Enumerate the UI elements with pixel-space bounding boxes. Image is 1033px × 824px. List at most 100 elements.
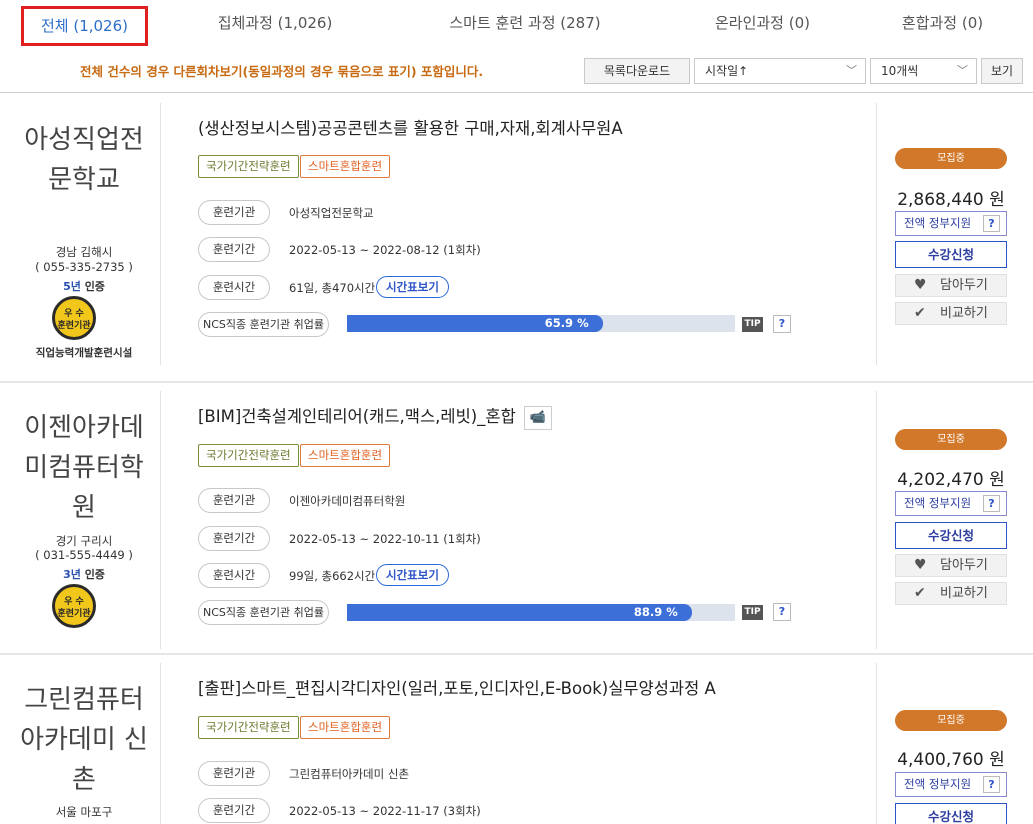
tab-smart-training[interactable]: 스마트 훈련 과정 (287) <box>430 6 620 46</box>
hours-value: 99일, 총662시간 <box>289 569 376 583</box>
period-value: 2022-05-13 ~ 2022-08-12 (1회차) <box>289 243 481 257</box>
compare-button[interactable]: ✔ 비교하기 <box>895 582 1007 605</box>
institution-label: 훈련기관 <box>198 488 270 513</box>
period-label: 훈련기간 <box>198 237 270 262</box>
institution-value: 그린컴퓨터아카데미 신촌 <box>289 767 410 781</box>
save-button[interactable]: ♥ 담아두기 <box>895 554 1007 577</box>
period-value: 2022-05-13 ~ 2022-10-11 (1회차) <box>289 532 481 546</box>
certification-years: 3년 인증 <box>63 568 105 581</box>
course-price: 4,400,760 원 <box>897 750 1005 770</box>
institution-phone: ( 031-555-4449 ) <box>35 548 133 562</box>
employment-rate-text: 88.9 % <box>633 605 678 619</box>
institution-region: 경기 구리시 <box>55 534 113 548</box>
video-camera-icon[interactable]: 📹 <box>523 405 552 430</box>
tag-national-strategy: 국가기간전략훈련 <box>198 444 299 467</box>
chevron-down-icon: ﹀ <box>846 64 857 77</box>
help-icon[interactable]: ? <box>773 603 791 621</box>
divider <box>160 663 161 824</box>
sort-select[interactable]: 시작일↑ ﹀ <box>694 58 866 84</box>
course-title[interactable]: [BIM]건축설계인테리어(캐드,맥스,레빗)_혼합 📹 <box>198 403 552 430</box>
tag-smart-blended: 스마트혼합훈련 <box>300 444 391 467</box>
gov-support-badge: 전액 정부지원? <box>895 772 1007 797</box>
institution-name-line: 이젠아카데 <box>24 413 144 443</box>
certification-years: 5년 인증 <box>63 280 105 293</box>
institution-value: 아성직업전문학교 <box>289 206 374 220</box>
facility-label: 직업능력개발훈련시설 <box>35 347 133 359</box>
divider <box>160 103 161 365</box>
excellent-institution-badge-icon: 우 수 훈련기관 <box>52 584 96 628</box>
employment-label: NCS직종 훈련기관 취업률 <box>198 600 329 625</box>
course-type-tabs: 전체 (1,026) 집체과정 (1,026) 스마트 훈련 과정 (287) … <box>0 0 1033 48</box>
institution-phone: ( 055-335-2735 ) <box>35 260 133 274</box>
employment-rate-bar: 88.9 % <box>347 604 735 621</box>
apply-button[interactable]: 수강신청 <box>895 241 1007 268</box>
check-icon: ✔ <box>914 305 926 321</box>
heart-icon: ♥ <box>914 277 927 293</box>
tab-blended-course[interactable]: 혼합과정 (0) <box>880 6 1005 46</box>
divider <box>160 391 161 649</box>
view-button[interactable]: 보기 <box>981 58 1023 84</box>
course-title[interactable]: [출판]스마트_편집시각디자인(일러,포토,인디자인,E-Book)실무양성과정… <box>198 675 716 699</box>
institution-value: 이젠아카데미컴퓨터학원 <box>289 494 406 508</box>
tag-national-strategy: 국가기간전략훈련 <box>198 155 299 178</box>
institution-name-line: 미컴퓨터학 <box>24 453 144 483</box>
course-card: 아성직업전 문학교 경남 김해시 ( 055-335-2735 ) 5년 인증 … <box>0 93 1033 383</box>
count-notice: 전체 건수의 경우 다른회차보기(동일과정의 경우 묶음으로 표기) 포함입니다… <box>80 64 484 79</box>
institution-name-line: 아성직업전 <box>24 125 144 155</box>
tab-all[interactable]: 전체 (1,026) <box>21 6 148 46</box>
employment-label: NCS직종 훈련기관 취업률 <box>198 312 329 337</box>
per-page-select[interactable]: 10개씩 ﹀ <box>870 58 977 84</box>
course-price: 2,868,440 원 <box>897 190 1005 210</box>
institution-label: 훈련기관 <box>198 761 270 786</box>
apply-button[interactable]: 수강신청 <box>895 522 1007 549</box>
help-icon[interactable]: ? <box>773 315 791 333</box>
status-badge: 모집중 <box>895 429 1007 450</box>
help-icon[interactable]: ? <box>983 215 1000 232</box>
timetable-button[interactable]: 시간표보기 <box>376 564 449 586</box>
per-page-select-value: 10개씩 <box>881 64 919 78</box>
status-badge: 모집중 <box>895 148 1007 169</box>
apply-button[interactable]: 수강신청 <box>895 803 1007 824</box>
institution-region: 서울 마포구 <box>55 805 113 819</box>
institution-name-line: 그린컴퓨터 <box>24 685 144 715</box>
divider <box>876 663 877 824</box>
course-title[interactable]: (생산정보시스템)공공콘텐츠를 활용한 구매,자재,회계사무원A <box>198 115 623 139</box>
institution-region: 경남 김해시 <box>55 245 113 259</box>
compare-button[interactable]: ✔ 비교하기 <box>895 302 1007 325</box>
chevron-down-icon: ﹀ <box>957 64 968 77</box>
gov-support-badge: 전액 정부지원? <box>895 491 1007 516</box>
help-icon[interactable]: ? <box>983 495 1000 512</box>
period-label: 훈련기간 <box>198 798 270 823</box>
divider <box>876 103 877 365</box>
tab-group-course[interactable]: 집체과정 (1,026) <box>200 6 350 46</box>
employment-rate-text: 65.9 % <box>544 316 589 330</box>
save-button[interactable]: ♥ 담아두기 <box>895 274 1007 297</box>
institution-name-line: 원 <box>72 493 96 523</box>
course-card: 이젠아카데 미컴퓨터학 원 경기 구리시 ( 031-555-4449 ) 3년… <box>0 383 1033 655</box>
timetable-button[interactable]: 시간표보기 <box>376 276 449 298</box>
institution-label: 훈련기관 <box>198 200 270 225</box>
gov-support-badge: 전액 정부지원? <box>895 211 1007 236</box>
hours-label: 훈련시간 <box>198 563 270 588</box>
institution-name-line: 촌 <box>72 765 96 795</box>
employment-rate-bar: 65.9 % <box>347 315 735 332</box>
heart-icon: ♥ <box>914 557 927 573</box>
hours-value: 61일, 총470시간 <box>289 281 376 295</box>
sort-select-value: 시작일↑ <box>705 64 749 78</box>
check-icon: ✔ <box>914 585 926 601</box>
tip-badge[interactable]: TIP <box>742 605 763 620</box>
help-icon[interactable]: ? <box>983 776 1000 793</box>
excellent-institution-badge-icon: 우 수 훈련기관 <box>52 296 96 340</box>
tag-national-strategy: 국가기간전략훈련 <box>198 716 299 739</box>
tag-smart-blended: 스마트혼합훈련 <box>300 716 391 739</box>
course-card: 그린컴퓨터 아카데미 신 촌 서울 마포구 [출판]스마트_편집시각디자인(일러… <box>0 655 1033 824</box>
institution-name-line: 아카데미 신 <box>20 725 148 755</box>
tab-online-course[interactable]: 온라인과정 (0) <box>695 6 830 46</box>
hours-label: 훈련시간 <box>198 275 270 300</box>
period-value: 2022-05-13 ~ 2022-11-17 (3회차) <box>289 804 481 818</box>
tip-badge[interactable]: TIP <box>742 317 763 332</box>
period-label: 훈련기간 <box>198 526 270 551</box>
institution-name-line: 문학교 <box>48 165 120 195</box>
list-download-button[interactable]: 목록다운로드 <box>584 58 690 84</box>
tag-smart-blended: 스마트혼합훈련 <box>300 155 391 178</box>
